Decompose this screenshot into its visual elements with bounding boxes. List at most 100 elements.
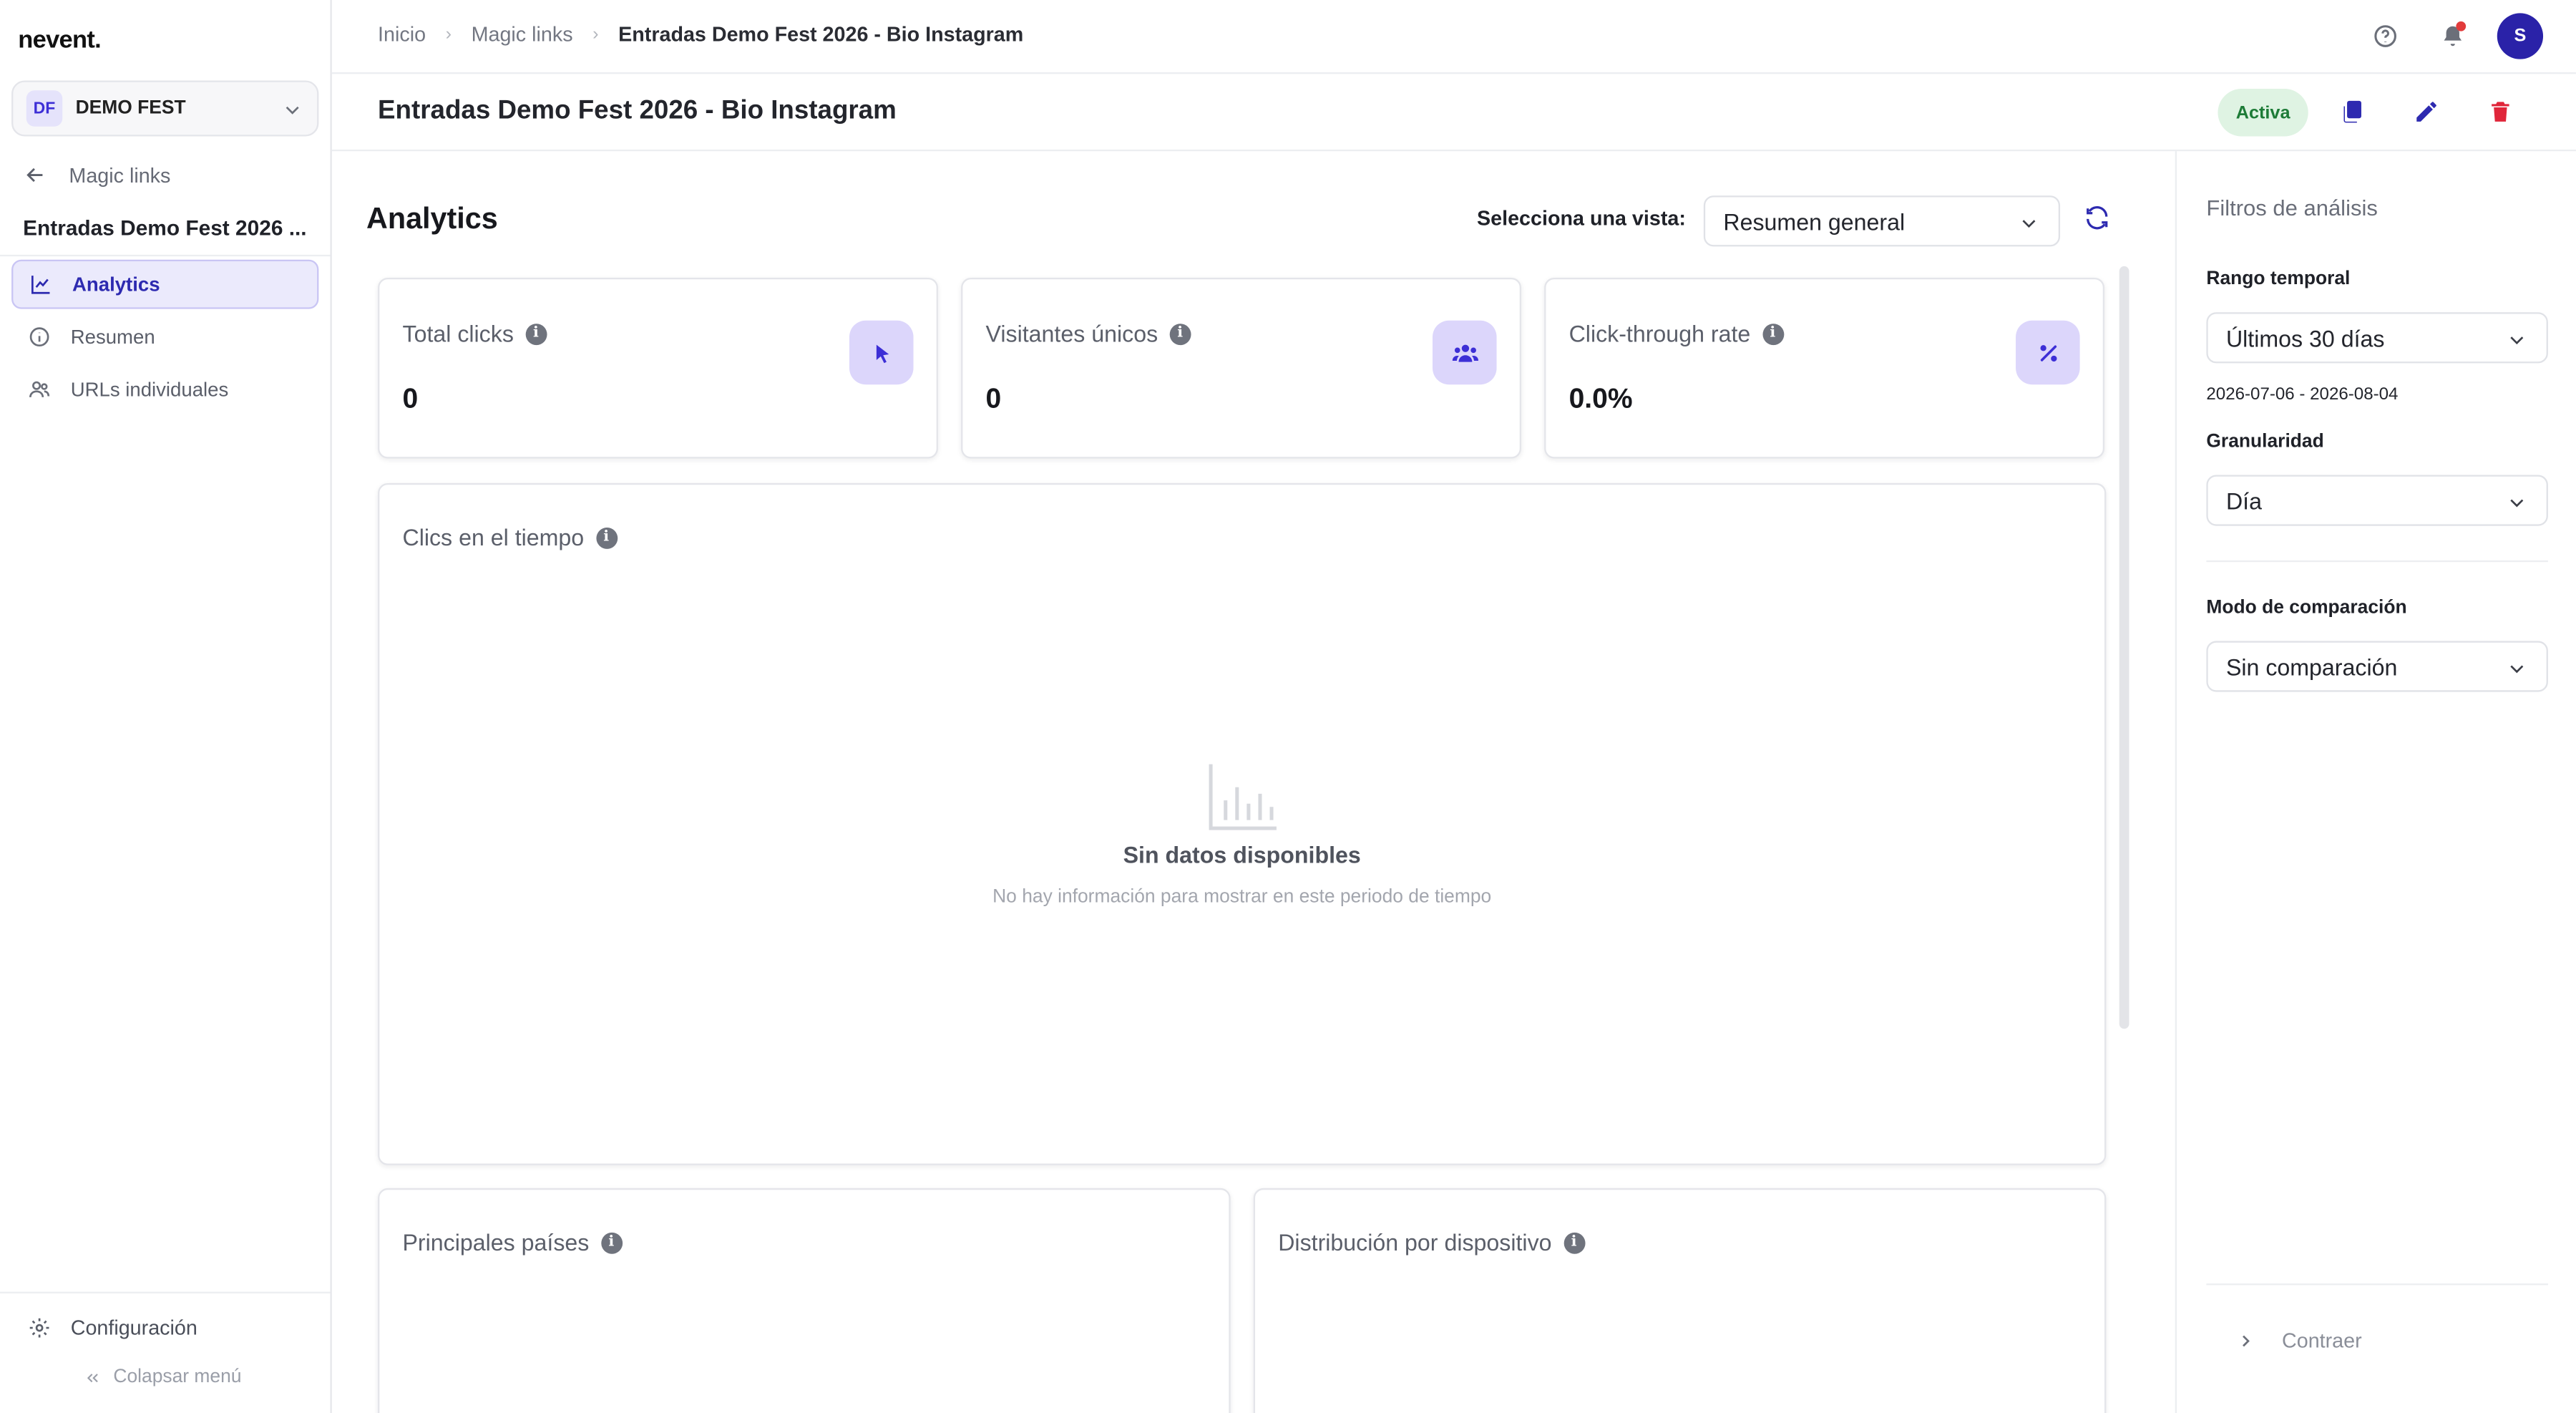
bar-chart-icon [1209,764,1277,830]
collapse-menu-button[interactable]: Colapsar menú [84,1367,241,1387]
chevron-down-icon [2510,499,2524,508]
sidebar-item-analytics[interactable]: Analytics [11,259,319,309]
info-icon[interactable]: i [600,1231,623,1253]
info-icon[interactable]: i [1169,323,1191,344]
percent-icon [2039,344,2057,361]
sidebar: nevent. DF DEMO FEST Magic links Entrada… [0,0,332,1413]
pencil-icon [2416,102,2436,122]
collapse-menu-label: Colapsar menú [113,1367,242,1387]
breadcrumb-separator-icon: › [445,24,452,44]
empty-state: Sin datos disponibles No hay información… [379,761,2104,907]
range-select[interactable]: Últimos 30 días [2206,312,2548,364]
empty-state-title: Sin datos disponibles [1123,841,1361,868]
chevron-down-icon [2510,336,2524,345]
refresh-icon [2087,205,2108,230]
range-select-value: Últimos 30 días [2225,324,2385,351]
chevron-down-icon [2510,665,2524,674]
info-circle-icon [29,327,49,347]
top-countries-card: Principales países i [378,1188,1231,1413]
page-title: Entradas Demo Fest 2026 - Bio Instagram [378,97,897,125]
avatar[interactable]: S [2497,13,2544,59]
stat-value: 0 [985,382,1002,414]
org-name: DEMO FEST [75,98,186,119]
sidebar-item-label: Analytics [72,273,160,296]
back-label: Magic links [69,163,171,187]
analytics-title: Analytics [366,202,498,235]
copy-icon [2343,100,2361,123]
top-bar: Inicio › Magic links › Entradas Demo Fes… [331,0,2576,74]
stat-card-ctr: Click-through rate i 0.0% [1544,278,2105,459]
breadcrumb-magic-links[interactable]: Magic links [472,23,573,46]
breadcrumb-separator-icon: › [592,24,599,44]
chevron-down-icon [2022,220,2036,228]
notifications-button[interactable] [2430,13,2476,59]
granularity-select[interactable]: Día [2206,475,2548,526]
granularity-select-value: Día [2225,487,2262,514]
refresh-button[interactable] [2083,204,2111,241]
sidebar-item-resumen[interactable]: Resumen [11,312,318,361]
stat-icon-box [2016,320,2080,385]
info-icon[interactable]: i [1563,1231,1585,1253]
gear-icon [29,1318,49,1338]
chart-title-text: Distribución por dispositivo [1278,1229,1552,1256]
users-icon [29,381,50,397]
range-dates: 2026-07-06 - 2026-08-04 [2206,384,2399,404]
page-header: Entradas Demo Fest 2026 - Bio Instagram … [331,74,2576,152]
sidebar-item-label: URLs individuales [70,378,229,402]
sidebar-item-urls[interactable]: URLs individuales [11,365,318,414]
chevron-right-icon [2243,1335,2250,1347]
double-chevron-left-icon [87,1372,98,1382]
status-badge: Activa [2218,88,2308,137]
org-selector[interactable]: DF DEMO FEST [11,80,319,137]
divider [0,254,331,257]
info-icon[interactable]: i [1762,323,1784,344]
stat-card-total-clicks: Total clicks i 0 [378,278,938,459]
info-icon[interactable]: i [595,526,618,548]
edit-button[interactable] [2406,92,2446,132]
view-select-value: Resumen general [1723,208,1906,235]
chevron-down-icon [286,106,299,115]
divider [2206,560,2548,563]
notification-dot [2456,21,2467,31]
link-title: Entradas Demo Fest 2026 ... [23,215,307,241]
stat-icon-box [1433,320,1497,385]
clicks-timeline-card: Clics en el tiempo i Sin datos disponible… [378,482,2107,1165]
collapse-filters-button[interactable]: Contraer [2236,1329,2362,1353]
stat-title: Visitantes únicos i [985,320,1191,347]
app-root: nevent. DF DEMO FEST Magic links Entrada… [0,0,2576,1413]
chart-title-text: Clics en el tiempo [402,524,585,551]
breadcrumb: Inicio › Magic links › Entradas Demo Fes… [378,23,1023,46]
org-badge: DF [26,90,63,127]
stat-title-text: Total clicks [402,320,514,347]
collapse-filters-label: Contraer [2282,1329,2362,1353]
back-to-magic-links[interactable]: Magic links [23,162,170,187]
stat-title-text: Click-through rate [1568,320,1751,347]
breadcrumb-inicio[interactable]: Inicio [378,23,426,46]
chart-title: Distribución por dispositivo i [1278,1229,1585,1256]
view-select[interactable]: Resumen general [1703,195,2061,247]
stat-value: 0.0% [1568,382,1633,414]
scrollbar[interactable] [2119,266,2129,1029]
stat-card-unique-visitors: Visitantes únicos i 0 [961,278,1522,459]
range-label: Rango temporal [2206,269,2351,290]
compare-select[interactable]: Sin comparación [2206,641,2548,692]
config-link[interactable]: Configuración [28,1316,197,1339]
stat-title-text: Visitantes únicos [985,320,1158,347]
cursor-icon [875,344,889,363]
trash-icon [2492,102,2509,122]
duplicate-button[interactable] [2333,92,2372,132]
stat-icon-box [849,320,914,385]
filters-title: Filtros de análisis [2206,195,2378,220]
delete-button[interactable] [2481,92,2520,132]
granularity-label: Granularidad [2206,432,2324,452]
stat-title: Total clicks i [402,320,547,347]
sidebar-item-label: Resumen [70,325,155,349]
stat-value: 0 [402,382,419,414]
info-icon[interactable]: i [525,323,547,344]
app-logo: nevent. [18,26,102,54]
help-button[interactable] [2363,13,2409,59]
compare-label: Modo de comparación [2206,598,2407,618]
view-select-label: Selecciona una vista: [1477,207,1686,230]
compare-select-value: Sin comparación [2225,653,2398,680]
arrow-left-icon [26,167,43,183]
